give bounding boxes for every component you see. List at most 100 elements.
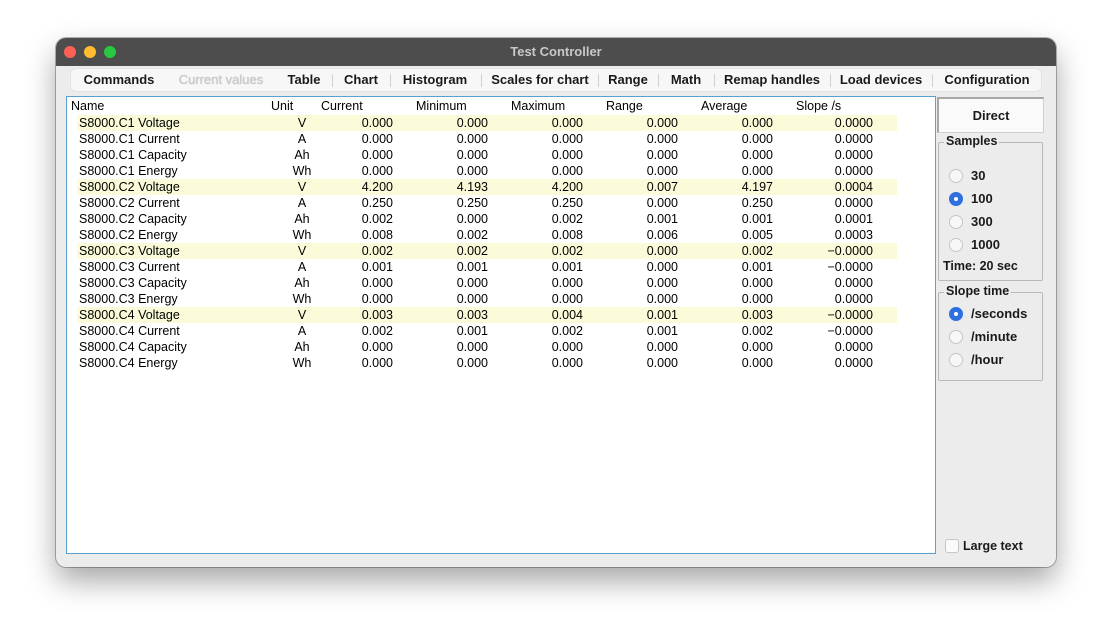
header-unit[interactable]: Unit <box>271 98 293 114</box>
table-row[interactable]: S8000.C1 Current A 0.000 0.000 0.000 0.000 0.0… <box>77 131 897 147</box>
radio-icon[interactable] <box>949 215 963 229</box>
radio-selected-icon[interactable] <box>949 307 963 321</box>
cell-range: 0.000 <box>646 132 678 146</box>
radio-selected-icon[interactable] <box>949 192 963 206</box>
header-name[interactable]: Name <box>71 98 104 114</box>
cell-slope: 0.0004 <box>834 180 873 194</box>
samples-time-label: Time: 20 sec <box>943 259 1018 273</box>
window-title: Test Controller <box>510 44 602 59</box>
table-row[interactable]: S8000.C2 Current A 0.250 0.250 0.250 0.000 0.2… <box>77 195 897 211</box>
samples-group: Samples 30 100 300 1000 Time: 20 sec <box>938 134 1043 281</box>
cell-average: 0.000 <box>741 356 773 370</box>
cell-slope: 0.0000 <box>834 148 873 162</box>
cell-slope: 0.0000 <box>834 356 873 370</box>
cell-minimum: 0.000 <box>456 292 488 306</box>
cell-range: 0.000 <box>646 356 678 370</box>
cell-current: 0.000 <box>361 356 393 370</box>
table-row[interactable]: S8000.C2 Voltage V 4.200 4.193 4.200 0.007 4.1… <box>77 179 897 195</box>
tab-current-values[interactable]: Current values <box>169 69 273 91</box>
table-row[interactable]: S8000.C4 Current A 0.002 0.001 0.002 0.001 0.0… <box>77 323 897 339</box>
cell-range: 0.000 <box>646 276 678 290</box>
radio-icon[interactable] <box>949 330 963 344</box>
header-minimum[interactable]: Minimum <box>416 98 467 114</box>
radio-icon[interactable] <box>949 353 963 367</box>
cell-average: 0.000 <box>741 276 773 290</box>
tab-table[interactable]: Table <box>279 69 329 91</box>
slope-time-group: Slope time /seconds /minute /hour <box>938 284 1043 381</box>
tab-commands[interactable]: Commands <box>77 69 161 91</box>
table-row[interactable]: S8000.C1 Energy Wh 0.000 0.000 0.000 0.000 0.0… <box>77 163 897 179</box>
tab-histogram[interactable]: Histogram <box>393 69 477 91</box>
cell-name: S8000.C3 Current <box>79 260 180 274</box>
table-row[interactable]: S8000.C4 Energy Wh 0.000 0.000 0.000 0.000 0.0… <box>77 355 897 371</box>
cell-average: 0.001 <box>741 260 773 274</box>
table-row[interactable]: S8000.C2 Energy Wh 0.008 0.002 0.008 0.006 0.0… <box>77 227 897 243</box>
cell-range: 0.001 <box>646 308 678 322</box>
table-row[interactable]: S8000.C3 Current A 0.001 0.001 0.001 0.000 0.0… <box>77 259 897 275</box>
cell-maximum: 0.000 <box>551 292 583 306</box>
cell-average: 0.000 <box>741 116 773 130</box>
tab-load-devices[interactable]: Load devices <box>833 69 929 91</box>
tab-chart[interactable]: Chart <box>335 69 387 91</box>
cell-minimum: 4.193 <box>456 180 488 194</box>
large-text-label[interactable]: Large text <box>963 537 1023 555</box>
header-maximum[interactable]: Maximum <box>511 98 565 114</box>
cell-name: S8000.C4 Capacity <box>79 340 187 354</box>
cell-name: S8000.C3 Energy <box>79 292 178 306</box>
table-row[interactable]: S8000.C1 Capacity Ah 0.000 0.000 0.000 0.000 0… <box>77 147 897 163</box>
cell-range: 0.000 <box>646 244 678 258</box>
table-row[interactable]: S8000.C1 Voltage V 0.000 0.000 0.000 0.000 0.0… <box>77 115 897 131</box>
cell-minimum: 0.000 <box>456 212 488 226</box>
title-bar[interactable]: Test Controller <box>56 38 1056 66</box>
header-current[interactable]: Current <box>321 98 363 114</box>
table-row[interactable]: S8000.C4 Capacity Ah 0.000 0.000 0.000 0.000 0… <box>77 339 897 355</box>
cell-maximum: 0.000 <box>551 276 583 290</box>
cell-maximum: 0.000 <box>551 164 583 178</box>
cell-current: 0.000 <box>361 116 393 130</box>
cell-current: 0.000 <box>361 148 393 162</box>
cell-slope: 0.0000 <box>834 276 873 290</box>
cell-current: 0.001 <box>361 260 393 274</box>
cell-maximum: 4.200 <box>551 180 583 194</box>
cell-range: 0.000 <box>646 340 678 354</box>
table-row[interactable]: S8000.C3 Energy Wh 0.000 0.000 0.000 0.000 0.0… <box>77 291 897 307</box>
large-text-checkbox[interactable] <box>945 539 959 553</box>
cell-minimum: 0.003 <box>456 308 488 322</box>
table-row[interactable]: S8000.C2 Capacity Ah 0.002 0.000 0.002 0.001 0… <box>77 211 897 227</box>
slope-time-label: Slope time <box>944 284 1012 298</box>
radio-icon[interactable] <box>949 238 963 252</box>
cell-minimum: 0.000 <box>456 164 488 178</box>
cell-name: S8000.C4 Voltage <box>79 308 180 322</box>
header-slope[interactable]: Slope /s <box>796 98 841 114</box>
cell-slope: 0.0000 <box>834 132 873 146</box>
cell-name: S8000.C4 Current <box>79 324 180 338</box>
header-range[interactable]: Range <box>606 98 643 114</box>
table-row[interactable]: S8000.C3 Capacity Ah 0.000 0.000 0.000 0.000 0… <box>77 275 897 291</box>
cell-minimum: 0.000 <box>456 356 488 370</box>
cell-average: 0.002 <box>741 324 773 338</box>
header-average[interactable]: Average <box>701 98 747 114</box>
tab-range[interactable]: Range <box>601 69 655 91</box>
tab-configuration[interactable]: Configuration <box>935 69 1039 91</box>
cell-name: S8000.C1 Capacity <box>79 148 187 162</box>
cell-slope: 0.0000 <box>834 340 873 354</box>
tab-math[interactable]: Math <box>661 69 711 91</box>
cell-maximum: 0.008 <box>551 228 583 242</box>
cell-minimum: 0.000 <box>456 132 488 146</box>
direct-button[interactable]: Direct <box>937 97 1044 133</box>
cell-current: 0.000 <box>361 292 393 306</box>
radio-icon[interactable] <box>949 169 963 183</box>
cell-range: 0.001 <box>646 324 678 338</box>
cell-average: 4.197 <box>741 180 773 194</box>
values-table[interactable]: Name Unit Current Minimum Maximum Range … <box>66 96 936 554</box>
table-row[interactable]: S8000.C4 Voltage V 0.003 0.003 0.004 0.001 0.0… <box>77 307 897 323</box>
cell-minimum: 0.001 <box>456 324 488 338</box>
cell-range: 0.000 <box>646 116 678 130</box>
tab-scales-for-chart[interactable]: Scales for chart <box>485 69 595 91</box>
table-row[interactable]: S8000.C3 Voltage V 0.002 0.002 0.002 0.000 0.0… <box>77 243 897 259</box>
tab-bar: Commands Current values Table Chart Hist… <box>70 68 1042 92</box>
cell-range: 0.007 <box>646 180 678 194</box>
cell-minimum: 0.000 <box>456 340 488 354</box>
tab-remap-handles[interactable]: Remap handles <box>717 69 827 91</box>
cell-maximum: 0.002 <box>551 212 583 226</box>
